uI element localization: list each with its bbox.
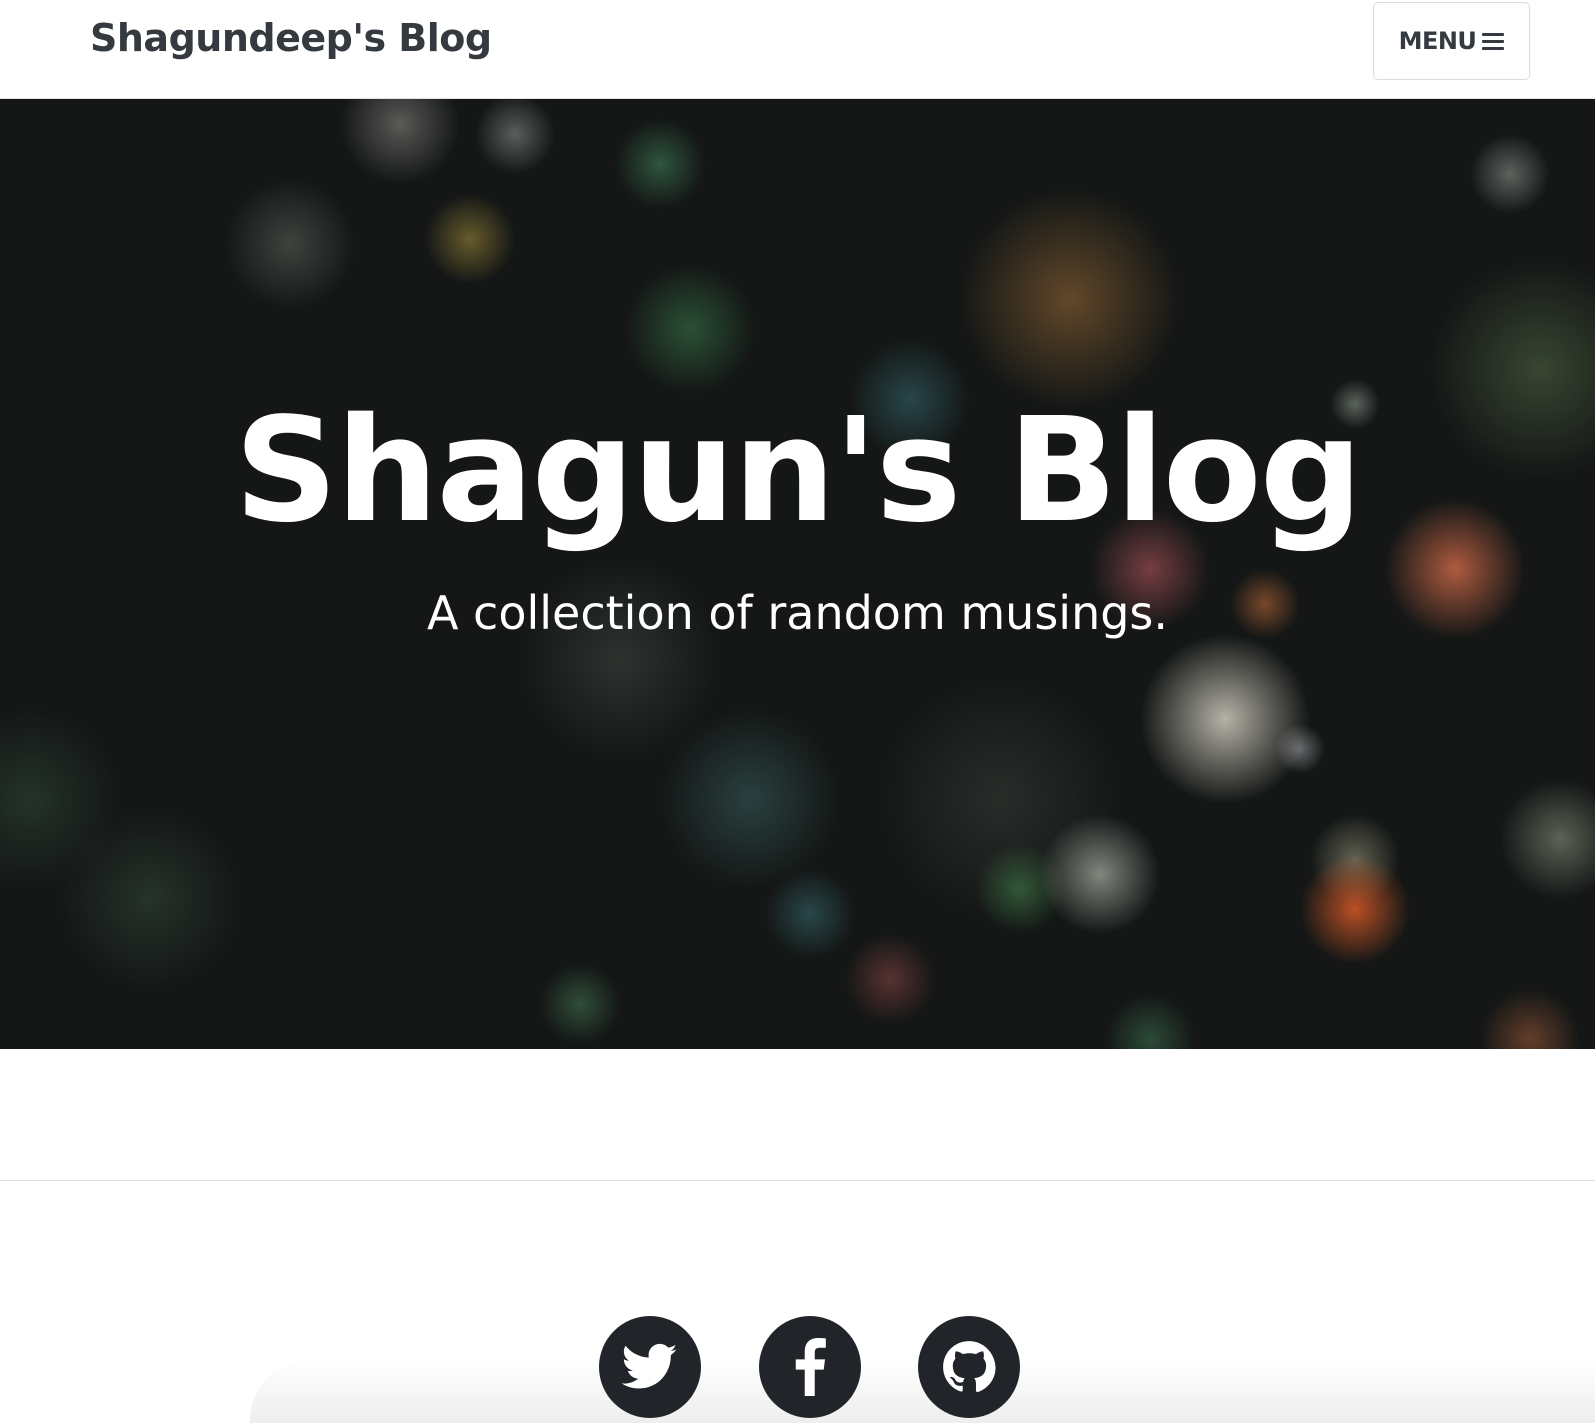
menu-button-label: MENU <box>1398 27 1477 55</box>
github-link[interactable] <box>918 1316 1020 1418</box>
menu-button[interactable]: MENU <box>1373 2 1530 80</box>
hero-banner: Shagun's Blog A collection of random mus… <box>0 99 1595 1049</box>
brand-link[interactable]: Shagundeep's Blog <box>90 16 492 60</box>
section-divider <box>0 1180 1595 1181</box>
twitter-icon <box>622 1343 678 1389</box>
github-icon <box>943 1341 996 1393</box>
bars-icon <box>1482 32 1505 50</box>
hero-subtitle: A collection of random musings. <box>426 586 1169 640</box>
facebook-link[interactable] <box>759 1316 861 1418</box>
facebook-icon <box>795 1338 826 1396</box>
twitter-link[interactable] <box>599 1316 701 1418</box>
navbar: Shagundeep's Blog MENU <box>0 0 1595 99</box>
hero-title: Shagun's Blog <box>234 386 1363 554</box>
